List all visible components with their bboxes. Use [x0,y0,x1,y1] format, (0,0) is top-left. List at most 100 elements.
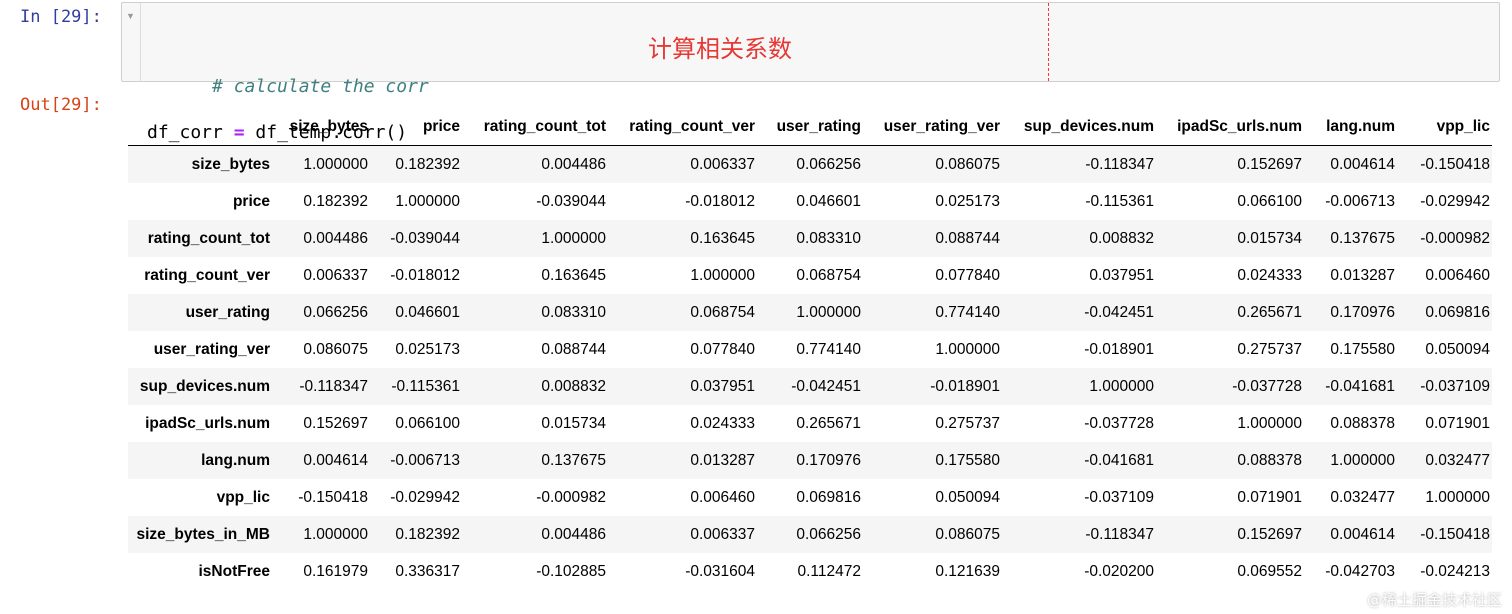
column-header: user_rating_ver [869,108,1008,146]
table-cell: -0.118347 [1085,155,1154,173]
fold-gutter[interactable]: ▼ [122,3,141,81]
table-cell: 0.032477 [1330,488,1395,506]
table-cell: 0.013287 [690,451,755,469]
table-cell: 0.006337 [690,525,755,543]
table-cell: 0.004486 [303,229,368,247]
table-row: rating_count_tot 0.004486 -0.039044 1.00000… [128,220,1492,257]
table-row: sup_devices.num -0.118347 -0.115361 0.00883… [128,368,1492,405]
table-cell: 0.068754 [690,303,755,321]
table-cell: -0.029942 [1420,192,1490,210]
table-cell: 0.004614 [1330,525,1395,543]
table-cell: 0.069816 [796,488,861,506]
table-row: price 0.182392 1.000000 -0.039044 -0.018012 0… [128,183,1492,220]
table-cell: -0.018012 [390,266,460,284]
table-cell: 0.182392 [395,155,460,173]
table-cell: -0.150418 [1420,525,1490,543]
table-cell: 0.069552 [1237,562,1302,580]
table-cell: 0.774140 [796,340,861,358]
table-cell: 0.025173 [395,340,460,358]
output-prompt: Out[29]: [20,95,102,115]
table-cell: -0.037109 [1084,488,1154,506]
code-cell-editor[interactable]: ▼ # calculate the corr df_corr = df_temp… [121,2,1500,235]
table-cell: 0.006460 [1425,266,1490,284]
table-cell: 0.069816 [1425,303,1490,321]
table-cell: -0.042703 [1325,562,1395,580]
table-cell: 0.121639 [935,562,1000,580]
table-cell: 0.182392 [395,525,460,543]
table-cell: 0.182392 [303,192,368,210]
table-cell: 1.000000 [303,155,368,173]
table-cell: 0.046601 [395,303,460,321]
table-cell: 0.066100 [1237,192,1302,210]
table-row: user_rating_ver 0.086075 0.025173 0.088744 0… [128,331,1492,368]
table-cell: 0.066256 [303,303,368,321]
table-cell: -0.037109 [1420,377,1490,395]
correlation-table: size_bytes price rating_count_tot rating_co… [128,108,1492,590]
table-cell: 0.050094 [935,488,1000,506]
table-cell: 0.152697 [1237,525,1302,543]
table-cell: 0.163645 [690,229,755,247]
row-index-label: size_bytes_in_MB [136,525,270,543]
table-cell: -0.150418 [1420,155,1490,173]
row-index-label: vpp_lic [216,488,270,506]
table-cell: 1.000000 [1237,414,1302,432]
table-cell: 0.066256 [796,525,861,543]
watermark: @稀土掘金技术社区 [1366,591,1502,609]
table-cell: 0.046601 [796,192,861,210]
row-index-label: rating_count_ver [144,266,270,284]
table-cell: 0.066256 [796,155,861,173]
table-cell: 1.000000 [1089,377,1154,395]
table-cell: 0.175580 [1330,340,1395,358]
column-ruler [1048,3,1049,81]
table-cell: 0.037951 [690,377,755,395]
table-cell: -0.042451 [791,377,861,395]
code-comment: # calculate the corr [212,76,429,97]
output-area: size_bytes price rating_count_tot rating_co… [128,108,1492,604]
table-cell: 0.088378 [1237,451,1302,469]
table-cell: -0.115361 [391,377,460,395]
table-row: vpp_lic -0.150418 -0.029942 -0.000982 0.0064… [128,479,1492,516]
table-row: user_rating 0.066256 0.046601 0.083310 0.068… [128,294,1492,331]
table-cell: 0.004614 [303,451,368,469]
table-cell: -0.018901 [1084,340,1154,358]
table-cell: 0.086075 [303,340,368,358]
row-index-label: size_bytes [191,155,270,173]
row-index-label: user_rating [185,303,270,321]
table-cell: 0.083310 [796,229,861,247]
table-cell: 0.071901 [1237,488,1302,506]
table-cell: 0.008832 [1089,229,1154,247]
table-cell: -0.020200 [1084,562,1154,580]
table-cell: 1.000000 [935,340,1000,358]
table-cell: 0.006337 [690,155,755,173]
column-header: user_rating [763,108,869,146]
table-cell: 0.275737 [935,414,1000,432]
table-row: size_bytes_in_MB 1.000000 0.182392 0.004486… [128,516,1492,553]
table-cell: 0.004614 [1330,155,1395,173]
table-cell: 0.006337 [303,266,368,284]
column-header: rating_count_ver [614,108,763,146]
table-cell: 0.088378 [1330,414,1395,432]
table-cell: -0.000982 [536,488,606,506]
table-header-row: size_bytes price rating_count_tot rating_co… [128,108,1492,146]
table-cell: -0.029942 [390,488,460,506]
column-header: price [376,108,468,146]
table-cell: 0.086075 [935,525,1000,543]
table-cell: -0.102885 [536,562,606,580]
table-cell: 0.004486 [541,155,606,173]
fold-arrow-icon[interactable]: ▼ [126,11,135,21]
row-index-label: isNotFree [198,562,271,580]
table-cell: 1.000000 [690,266,755,284]
table-cell: 0.050094 [1425,340,1490,358]
row-index-label: ipadSc_urls.num [145,414,270,432]
table-corner [128,108,278,146]
table-cell: 0.163645 [541,266,606,284]
column-header: vpp_lic [1403,108,1492,146]
column-header: ipadSc_urls.num [1162,108,1310,146]
table-cell: -0.031604 [685,562,755,580]
table-cell: 0.086075 [935,155,1000,173]
code-line-comment: # calculate the corr [147,52,429,97]
table-cell: -0.042451 [1084,303,1154,321]
table-cell: 0.037951 [1089,266,1154,284]
table-cell: 0.024333 [690,414,755,432]
table-cell: 0.265671 [1237,303,1302,321]
